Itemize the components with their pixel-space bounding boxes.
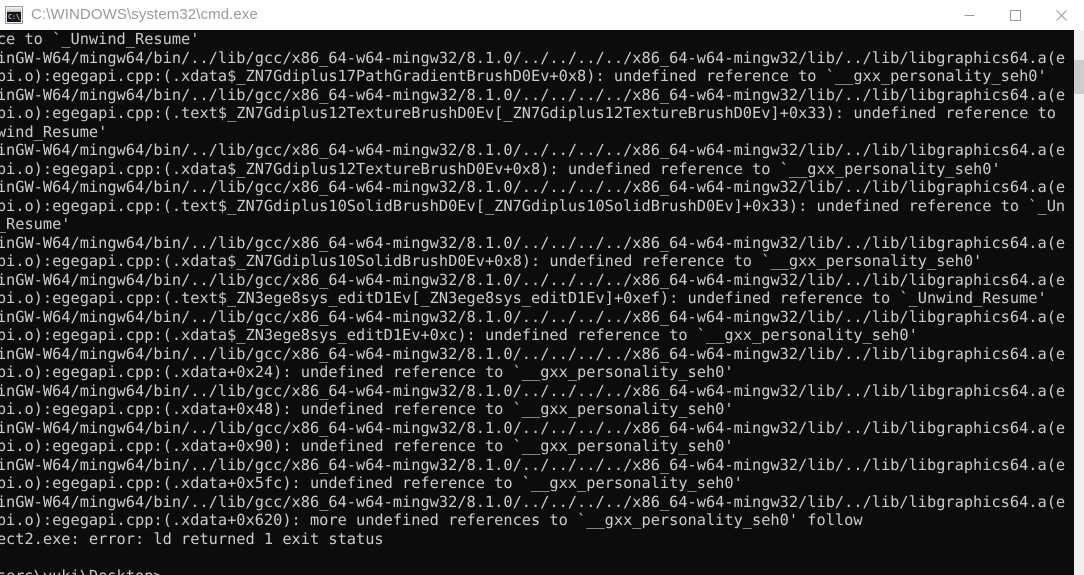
console-line: C:/MinGW-W64/mingw64/bin/../lib/gcc/x86_… (0, 455, 1066, 474)
console-line: C:/MinGW-W64/mingw64/bin/../lib/gcc/x86_… (0, 141, 1066, 160)
console-line: gegapi.o):egegapi.cpp:(.xdata+0x620): mo… (0, 511, 863, 530)
console-line: C:/MinGW-W64/mingw64/bin/../lib/gcc/x86_… (0, 418, 1066, 437)
console-line: `_Unwind_Resume' (0, 122, 108, 141)
console-line: C:/MinGW-W64/mingw64/bin/../lib/gcc/x86_… (0, 233, 1066, 252)
minimize-button[interactable] (946, 0, 992, 30)
console-line: gegapi.o):egegapi.cpp:(.text$_ZN7Gdiplus… (0, 104, 1056, 123)
console-line: gegapi.o):egegapi.cpp:(.xdata+0x90): und… (0, 437, 734, 456)
close-button[interactable] (1038, 0, 1084, 30)
console-line: C:/MinGW-W64/mingw64/bin/../lib/gcc/x86_… (0, 270, 1066, 289)
console-line: erence to `_Unwind_Resume' (0, 30, 200, 48)
console-line: gegapi.o):egegapi.cpp:(.xdata+0x48): und… (0, 400, 734, 419)
console-line: C:/MinGW-W64/mingw64/bin/../lib/gcc/x86_… (0, 85, 1066, 104)
console-line: collect2.exe: error: ld returned 1 exit … (0, 529, 384, 548)
console-line: gegapi.o):egegapi.cpp:(.xdata+0x24): und… (0, 363, 734, 382)
cmd-window: C:\_ C:\WINDOWS\system32\cmd.exe ce to `… (0, 0, 1084, 575)
window-title: C:\WINDOWS\system32\cmd.exe (31, 6, 258, 23)
console-line: C:/MinGW-W64/mingw64/bin/../lib/gcc/x86_… (0, 344, 1066, 363)
console-line: gegapi.o):egegapi.cpp:(.text$_ZN3ege8sys… (0, 289, 1047, 308)
cmd-icon: C:\_ (5, 6, 23, 24)
window-controls (946, 0, 1084, 30)
console-line: C:/MinGW-W64/mingw64/bin/../lib/gcc/x86_… (0, 48, 1066, 67)
console-line: C:/MinGW-W64/mingw64/bin/../lib/gcc/x86_… (0, 381, 1066, 400)
vertical-scrollbar-thumb[interactable] (1074, 60, 1084, 94)
console-line: gegapi.o):egegapi.cpp:(.xdata$_ZN7Gdiplu… (0, 252, 983, 271)
console-text-buffer: erence to `_Unwind_Resume'C:/MinGW-W64/m… (0, 30, 1074, 575)
maximize-button[interactable] (992, 0, 1038, 30)
console-line: gegapi.o):egegapi.cpp:(.xdata$_ZN7Gdiplu… (0, 159, 1001, 178)
console-line: gegapi.o):egegapi.cpp:(.xdata$_ZN7Gdiplu… (0, 67, 1047, 86)
vertical-scrollbar[interactable] (1074, 30, 1084, 575)
console-output-area[interactable]: erence to `_Unwind_Resume'C:/MinGW-W64/m… (0, 30, 1084, 575)
cmd-icon-screen-text: C:\_ (7, 12, 23, 22)
title-bar[interactable]: C:\_ C:\WINDOWS\system32\cmd.exe (0, 0, 1084, 31)
console-line: C:/MinGW-W64/mingw64/bin/../lib/gcc/x86_… (0, 307, 1066, 326)
console-line: wind_Resume' (0, 215, 71, 234)
console-line: gegapi.o):egegapi.cpp:(.text$_ZN7Gdiplus… (0, 196, 1066, 215)
console-line: C:\Users\yuki\Desktop> (0, 567, 1034, 575)
console-line: gegapi.o):egegapi.cpp:(.xdata+0x5fc): un… (0, 474, 743, 493)
console-line: C:/MinGW-W64/mingw64/bin/../lib/gcc/x86_… (0, 492, 1066, 511)
console-line: C:/MinGW-W64/mingw64/bin/../lib/gcc/x86_… (0, 178, 1066, 197)
console-line: gegapi.o):egegapi.cpp:(.xdata$_ZN3ege8sy… (0, 326, 918, 345)
